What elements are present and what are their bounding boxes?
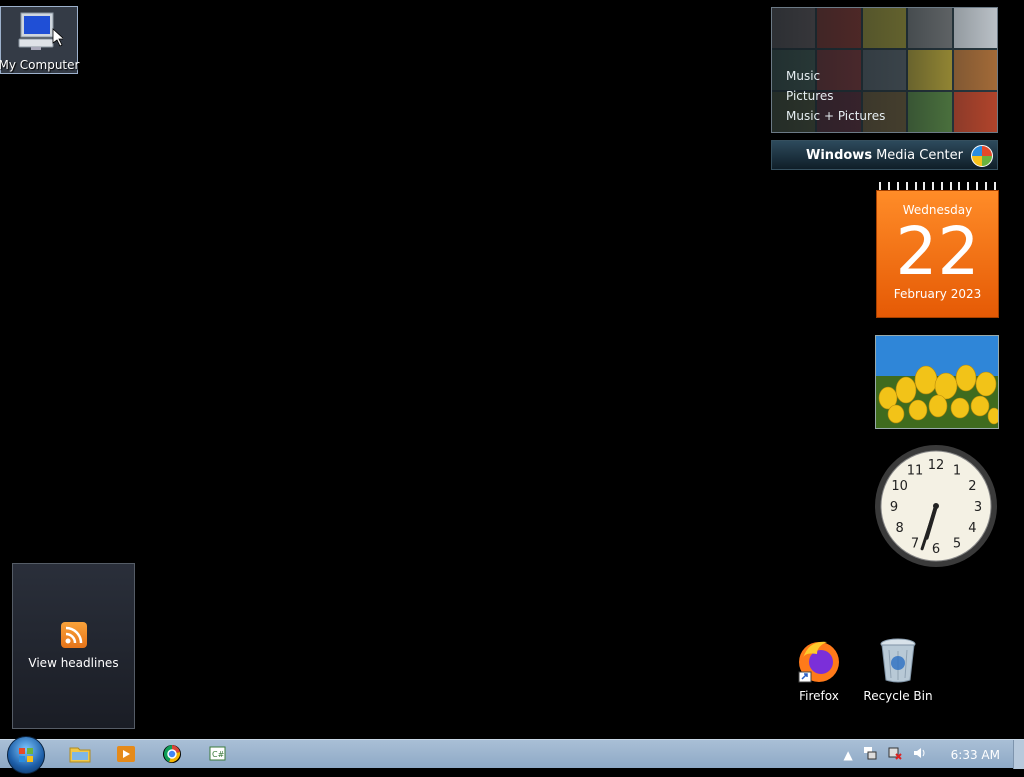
clock-number-5: 5 [953,536,961,551]
clock-number-6: 6 [932,542,940,557]
menu-music-pictures[interactable]: Music + Pictures [786,109,885,123]
firefox-icon [795,636,843,687]
recycle-bin-label: Recycle Bin [863,689,933,703]
computer-icon [15,11,66,56]
clock-number-7: 7 [911,536,919,551]
clock-number-3: 3 [974,500,982,515]
my-computer-label: My Computer [0,58,80,72]
tulips-photo [876,336,998,428]
clock-number-8: 8 [895,521,903,536]
svg-text:C#: C# [212,750,225,759]
clock-number-10: 10 [891,479,908,494]
brand-media-center: Media Center [876,147,963,163]
clock-number-11: 11 [907,464,924,479]
action-center-icon[interactable] [862,745,878,764]
volume-icon[interactable] [912,745,928,764]
clock-number-1: 1 [953,464,961,479]
recycle-bin-icon [878,636,918,687]
media-center-launch-bar[interactable]: Windows Media Center [771,140,998,170]
system-tray: ▲ 6:33 AM [843,740,1010,769]
chrome-icon[interactable] [160,743,184,765]
recycle-bin-desktop-icon[interactable]: Recycle Bin [862,636,934,703]
my-computer-desktop-icon[interactable]: My Computer [0,6,80,74]
calendar-page: Wednesday 22 February 2023 [876,190,999,318]
firefox-label: Firefox [799,689,839,703]
clock-number-12: 12 [928,458,945,473]
start-button[interactable] [7,736,45,774]
show-hidden-icons-button[interactable]: ▲ [843,748,852,762]
csharp-app-icon[interactable]: C# [206,743,230,765]
windows-logo-icon [971,145,993,167]
taskbar: C# ▲ 6:33 AM [0,736,1024,774]
feed-headlines-gadget[interactable]: View headlines [12,563,135,729]
clock-face: 1234567891011 12 [875,445,997,567]
menu-pictures[interactable]: Pictures [786,89,834,103]
menu-music[interactable]: Music [786,69,820,83]
rss-icon [60,622,87,648]
clock-number-4: 4 [968,521,976,536]
firefox-desktop-icon[interactable]: Firefox [790,636,848,703]
media-menu: Music Pictures Music + Pictures [772,8,997,132]
file-explorer-icon[interactable] [68,743,92,765]
view-headlines-link[interactable]: View headlines [28,656,118,670]
clock-number-2: 2 [968,479,976,494]
calendar-gadget[interactable]: Wednesday 22 February 2023 [876,182,999,318]
media-center-gadget[interactable]: Music Pictures Music + Pictures [771,7,998,133]
show-desktop-button[interactable] [1013,740,1024,769]
calendar-month-year: February 2023 [893,287,982,301]
brand-windows: Windows [806,147,873,163]
tray-clock-time[interactable]: 6:33 AM [951,748,1000,762]
media-player-icon[interactable] [114,743,138,765]
clock-number-9: 9 [890,500,898,515]
slideshow-gadget[interactable] [875,335,999,429]
network-disconnected-icon[interactable] [887,745,903,764]
clock-gadget[interactable]: 1 2 3 4 5 6 7 8 9 10 11 12 [873,443,999,569]
calendar-day: 22 [895,213,980,290]
